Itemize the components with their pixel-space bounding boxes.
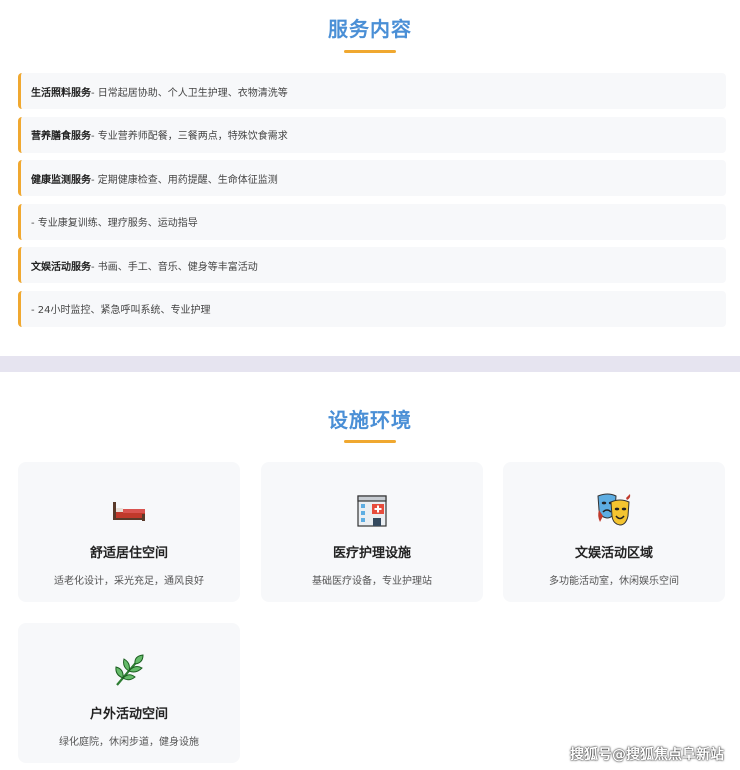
- service-item-nutrition: 营养膳食服务 - 专业营养师配餐，三餐两点，特殊饮食需求: [18, 116, 726, 153]
- facility-card-title: 文娱活动区域: [574, 546, 653, 561]
- section-divider: [0, 356, 740, 372]
- facility-card-desc: 多功能活动室，休闲娱乐空间: [549, 576, 679, 587]
- service-desc: - 专业营养师配餐，三餐两点，特殊饮食需求: [91, 131, 288, 142]
- service-item-recreation: 文娱活动服务 - 书画、手工、音乐、健身等丰富活动: [18, 247, 726, 283]
- facility-card-recreation: 文娱活动区域 多功能活动室，休闲娱乐空间: [503, 462, 725, 602]
- service-list: 生活照料服务 - 日常起居协助、个人卫生护理、衣物清洗等 营养膳食服务 - 专业…: [18, 73, 726, 334]
- services-title: 服务内容: [328, 17, 412, 41]
- facility-card-desc: 基础医疗设备，专业护理站: [312, 576, 432, 587]
- services-section: 服务内容 生活照料服务 - 日常起居协助、个人卫生护理、衣物清洗等 营养膳食服务…: [0, 0, 740, 356]
- facility-card-title: 舒适居住空间: [89, 546, 168, 561]
- theater-masks-icon: [597, 493, 631, 526]
- hospital-icon: [357, 495, 387, 527]
- service-desc: - 24小时监控、紧急呼叫系统、专业护理: [31, 305, 211, 316]
- facility-card-desc: 适老化设计，采光充足，通风良好: [54, 576, 204, 587]
- service-item-health-monitoring: 健康监测服务 - 定期健康检查、用药提醒、生命体征监测: [18, 160, 726, 196]
- service-desc: - 定期健康检查、用药提醒、生命体征监测: [91, 174, 278, 186]
- service-item-safety: - 24小时监控、紧急呼叫系统、专业护理: [18, 290, 726, 327]
- facilities-title-underline: [344, 440, 396, 443]
- service-item-rehab: - 专业康复训练、理疗服务、运动指导: [18, 203, 726, 240]
- service-name: 健康监测服务: [31, 174, 91, 186]
- service-name: 文娱活动服务: [31, 261, 91, 273]
- facility-card-title: 医疗护理设施: [332, 546, 411, 561]
- service-desc: - 日常起居协助、个人卫生护理、衣物清洗等: [91, 87, 288, 99]
- facility-card-outdoor: 户外活动空间 绿化庭院，休闲步道，健身设施: [18, 623, 240, 763]
- services-title-underline: [344, 50, 396, 53]
- facilities-title: 设施环境: [328, 408, 412, 432]
- service-desc: - 书画、手工、音乐、健身等丰富活动: [91, 261, 258, 273]
- herb-icon: [115, 654, 144, 686]
- service-name: 生活照料服务: [31, 87, 91, 99]
- facilities-section: 设施环境 舒适居住空间 适老化设计，采光充足，通风良好 医疗护理设施 基础医疗设…: [0, 372, 740, 770]
- service-desc: - 专业康复训练、理疗服务、运动指导: [31, 218, 198, 229]
- service-item-daily-care: 生活照料服务 - 日常起居协助、个人卫生护理、衣物清洗等: [18, 73, 726, 109]
- bed-icon: [113, 502, 145, 521]
- service-name: 营养膳食服务: [31, 131, 91, 142]
- facility-card-desc: 绿化庭院，休闲步道，健身设施: [59, 737, 199, 748]
- facility-card-title: 户外活动空间: [89, 707, 168, 722]
- facility-card-living: 舒适居住空间 适老化设计，采光充足，通风良好: [18, 462, 240, 602]
- watermark: 搜狐号@搜狐焦点阜新站: [570, 747, 724, 763]
- facility-card-medical: 医疗护理设施 基础医疗设备，专业护理站: [261, 462, 483, 602]
